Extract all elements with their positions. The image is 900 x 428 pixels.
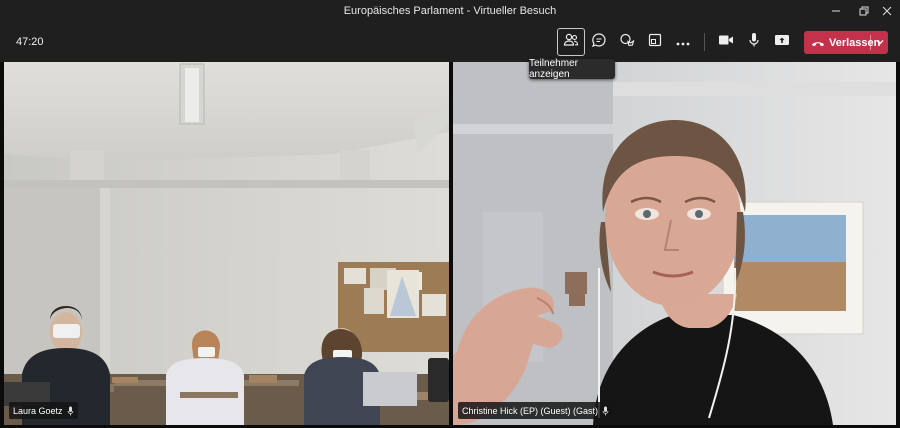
reactions-icon [619,32,635,53]
leave-button[interactable]: Verlassen [804,31,888,54]
classroom-video-feed [4,62,449,425]
title-bar: Europäisches Parlament - Virtueller Besu… [0,0,900,24]
minimize-button[interactable] [821,0,851,24]
video-tile-christine-hick[interactable]: Christine Hick (EP) (Guest) (Gast) [453,62,896,425]
chat-icon [591,32,607,53]
microphone-button[interactable] [740,28,768,56]
video-tile-laura-goetz[interactable]: Laura Goetz [4,62,449,425]
meeting-toolbar: 47:20 Verlassen [0,24,900,62]
window-title: Europäisches Parlament - Virtueller Besu… [343,5,557,17]
camera-icon [718,33,734,51]
share-icon [774,33,790,52]
leave-label: Verlassen [829,36,881,49]
participant-name: Laura Goetz [13,405,63,416]
speaker-video-feed [453,62,896,425]
camera-button[interactable] [712,28,740,56]
mic-small-icon [602,406,609,416]
share-content-button[interactable] [768,28,796,56]
participants-tooltip: Teilnehmer anzeigen [529,58,615,80]
chevron-down-icon[interactable] [874,35,886,54]
phone-icon [811,39,825,47]
leave-divider [870,35,871,50]
restore-icon [859,3,869,21]
share-tray-icon [648,33,662,52]
close-icon [882,3,892,21]
show-participants-button[interactable] [557,28,585,56]
close-window-button[interactable] [872,0,900,24]
more-actions-button[interactable] [669,28,697,56]
participant-name: Christine Hick (EP) (Guest) (Gast) [462,405,599,416]
participant-nameplate: Christine Hick (EP) (Guest) (Gast) [458,402,614,419]
chat-button[interactable] [585,28,613,56]
participant-nameplate: Laura Goetz [9,402,78,419]
more-icon [675,33,691,51]
participants-icon [563,33,579,52]
mic-icon [748,32,760,53]
minimize-icon [831,3,841,21]
reactions-button[interactable] [613,28,641,56]
mic-small-icon [67,406,74,416]
meeting-timer: 47:20 [16,36,44,48]
share-tray-button[interactable] [641,28,669,56]
toolbar-divider [704,33,705,51]
